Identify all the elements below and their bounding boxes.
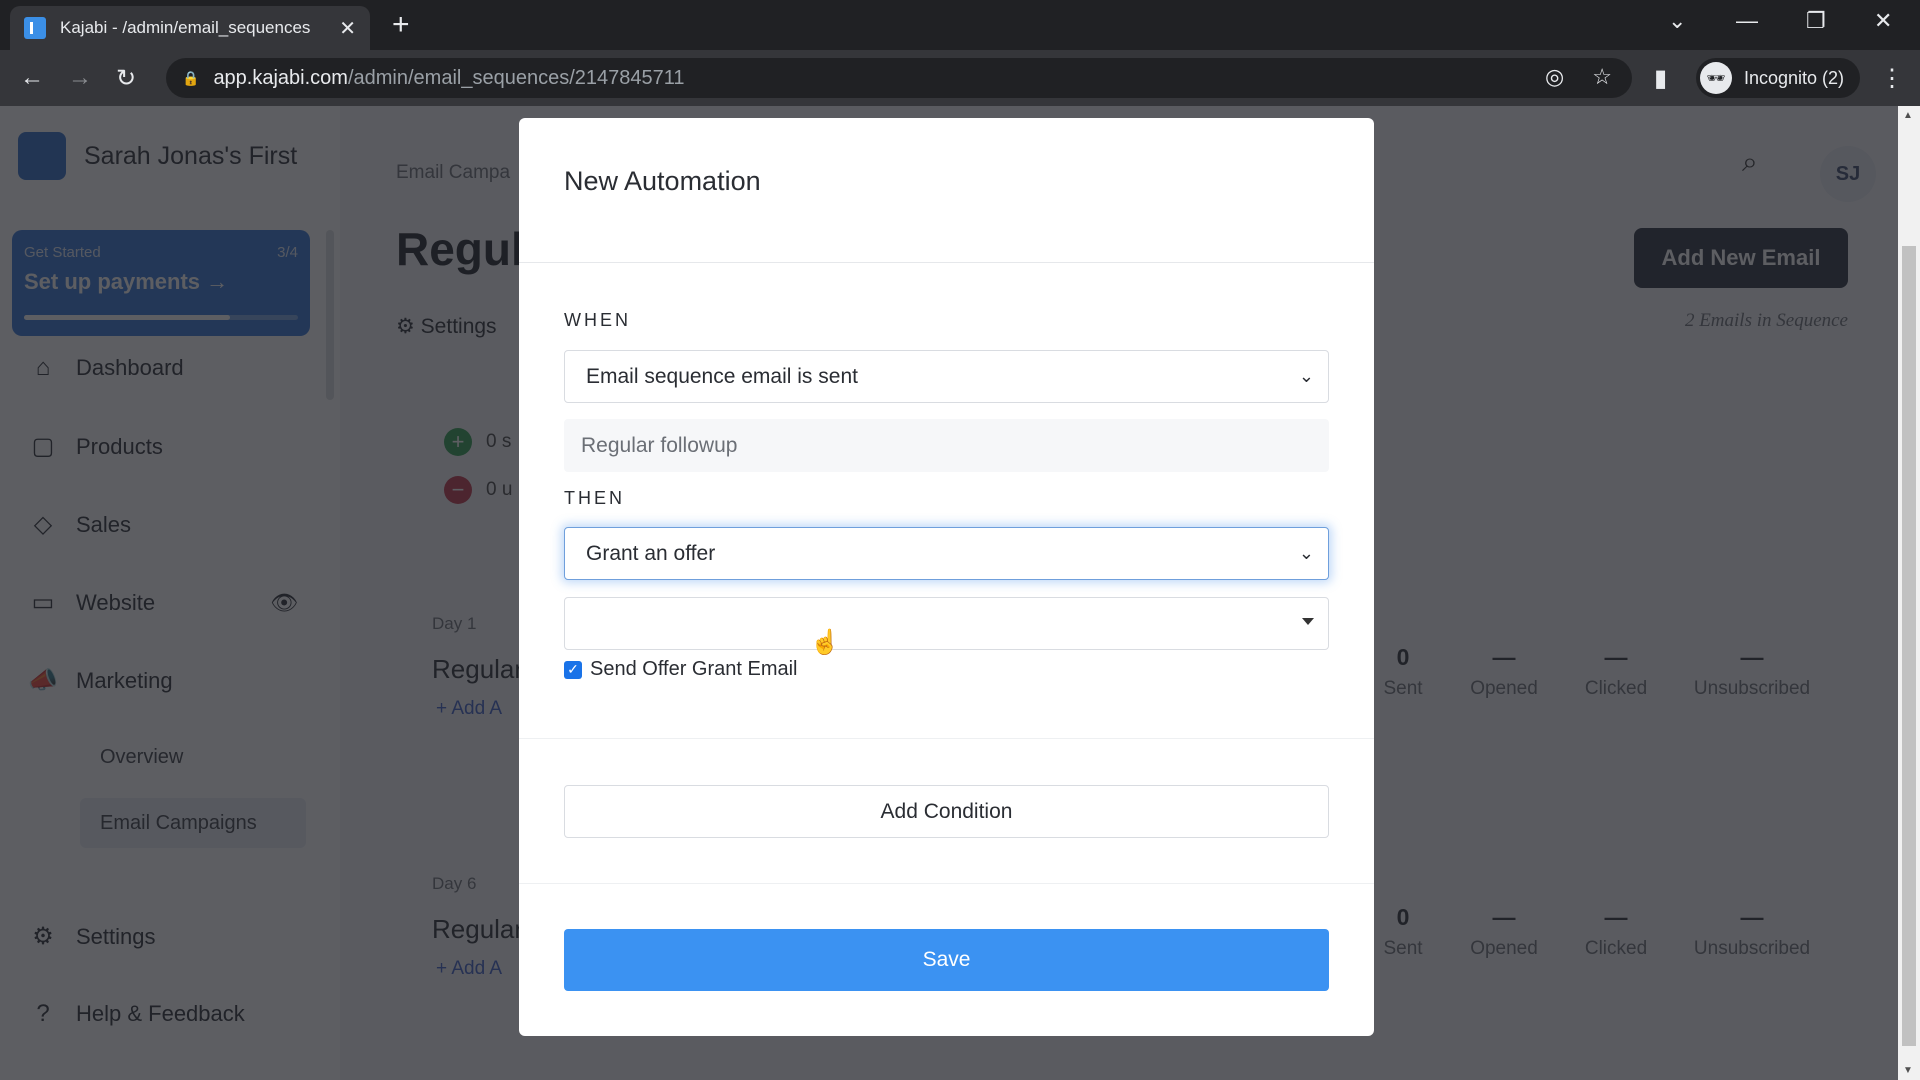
scroll-down-arrow-icon[interactable]: ▼	[1903, 1065, 1913, 1076]
new-automation-modal: New Automation WHEN Email sequence email…	[519, 118, 1374, 1036]
when-label: WHEN	[564, 310, 631, 330]
kajabi-favicon-icon	[24, 17, 46, 39]
back-icon[interactable]: ←	[20, 64, 44, 92]
add-condition-button[interactable]: Add Condition	[564, 785, 1329, 838]
reload-icon[interactable]: ↻	[116, 64, 136, 93]
then-label: THEN	[564, 488, 625, 508]
tab-title: Kajabi - /admin/email_sequences	[60, 18, 311, 37]
incognito-icon: 🕶	[1700, 62, 1732, 94]
address-bar[interactable]: 🔒 app.kajabi.com /admin/email_sequences/…	[166, 58, 1632, 98]
send-offer-email-label: Send Offer Grant Email	[590, 658, 798, 680]
scroll-up-arrow-icon[interactable]: ▲	[1903, 110, 1913, 121]
url-host: app.kajabi.com	[213, 66, 348, 89]
bookmark-star-icon[interactable]: ☆	[1592, 64, 1612, 89]
send-offer-email-checkbox-row[interactable]: ✓ Send Offer Grant Email	[564, 658, 798, 681]
browser-menu-icon[interactable]: ⋮	[1880, 64, 1904, 93]
when-trigger-value: Email sequence email is sent	[586, 364, 858, 388]
modal-title: New Automation	[564, 166, 761, 196]
caret-down-icon	[1302, 618, 1314, 625]
browser-toolbar: ← → ↻ 🔒 app.kajabi.com /admin/email_sequ…	[0, 50, 1920, 106]
tracking-blocked-icon[interactable]: ◎	[1545, 64, 1564, 89]
close-window-button[interactable]: ✕	[1874, 8, 1892, 34]
chevron-down-icon: ⌄	[1298, 543, 1314, 563]
divider	[519, 883, 1374, 884]
incognito-label: Incognito (2)	[1744, 67, 1845, 88]
page-scroll-thumb[interactable]	[1902, 246, 1916, 1046]
restore-button[interactable]: ❐	[1806, 8, 1826, 34]
send-offer-email-checkbox[interactable]: ✓	[564, 660, 582, 679]
chevron-down-icon: ⌄	[1298, 366, 1314, 386]
browser-tab[interactable]: Kajabi - /admin/email_sequences ✕	[10, 6, 370, 50]
side-panel-icon[interactable]: ▮	[1654, 64, 1667, 93]
divider	[519, 738, 1374, 739]
when-target-value: Regular followup	[581, 433, 738, 457]
incognito-profile-button[interactable]: 🕶 Incognito (2)	[1696, 58, 1861, 98]
forward-icon[interactable]: →	[68, 64, 92, 92]
browser-titlebar: Kajabi - /admin/email_sequences ✕ + ⌄ — …	[0, 0, 1920, 50]
modal-header: New Automation	[519, 118, 1374, 263]
offer-select[interactable]	[564, 597, 1329, 650]
when-target-field: Regular followup	[564, 419, 1329, 472]
close-tab-icon[interactable]: ✕	[339, 16, 356, 41]
then-action-value: Grant an offer	[586, 541, 716, 565]
new-tab-button[interactable]: +	[392, 10, 410, 40]
lock-icon: 🔒	[182, 69, 200, 86]
url-path: /admin/email_sequences/2147845711	[347, 66, 685, 89]
page-scrollbar[interactable]: ▲ ▼	[1898, 106, 1920, 1080]
when-trigger-select[interactable]: Email sequence email is sent ⌄	[564, 350, 1329, 403]
hand-cursor-icon: ☝	[810, 629, 840, 656]
save-button[interactable]: Save	[564, 929, 1329, 991]
minimize-button[interactable]: —	[1736, 8, 1758, 34]
tab-search-icon[interactable]: ⌄	[1668, 8, 1686, 34]
then-action-select[interactable]: Grant an offer ⌄	[564, 527, 1329, 580]
